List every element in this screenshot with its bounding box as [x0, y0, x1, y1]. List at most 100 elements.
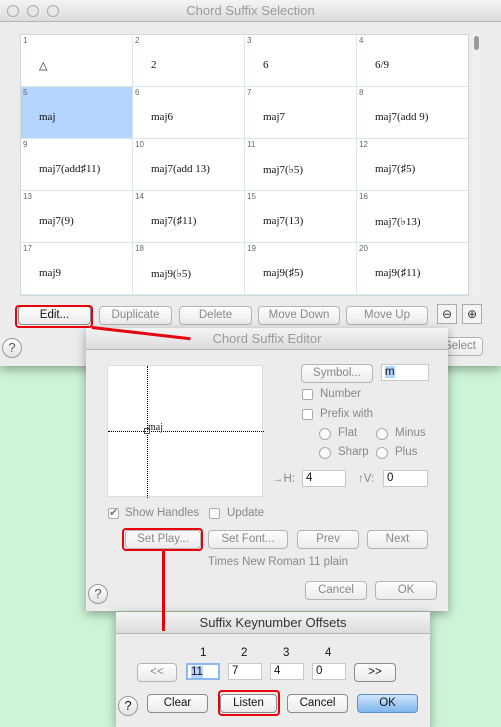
cell-suffix: maj7(add♯11) — [39, 163, 101, 175]
listen-highlight — [218, 690, 280, 716]
cell-suffix: maj — [39, 111, 56, 123]
help-button[interactable]: ? — [88, 584, 108, 604]
cell-number: 18 — [135, 244, 144, 253]
plus-label: Plus — [395, 446, 418, 458]
cell-suffix: maj7 — [263, 111, 285, 123]
column-label-2: 2 — [241, 647, 248, 659]
edit-highlight — [15, 305, 93, 328]
ok-button[interactable]: OK — [357, 694, 418, 713]
offset-input-3[interactable]: 4 — [270, 663, 304, 680]
v-offset-input[interactable]: 0 — [383, 470, 428, 487]
number-label: Number — [320, 388, 361, 400]
update-checkbox[interactable] — [209, 508, 220, 519]
cell-suffix: maj7(add 13) — [151, 163, 210, 175]
plus-radio[interactable] — [376, 447, 388, 459]
suffix-cell[interactable]: 18 maj9(♭5) — [133, 243, 244, 294]
zoom-out-icon[interactable]: ⊖ — [437, 304, 457, 324]
cell-suffix: maj9(♯5) — [263, 267, 304, 279]
cell-number: 13 — [23, 192, 32, 201]
suffix-cell[interactable]: 11 maj7(♭5) — [245, 139, 356, 190]
suffix-cell[interactable]: 15 maj7(13) — [245, 191, 356, 242]
column-label-1: 1 — [200, 647, 207, 659]
minus-label: Minus — [395, 427, 426, 439]
offset-input-4[interactable]: 0 — [312, 663, 346, 680]
column-label-3: 3 — [283, 647, 290, 659]
scrollbar[interactable] — [473, 34, 480, 296]
prev-button[interactable]: Prev — [297, 530, 359, 549]
next-offsets-button[interactable]: >> — [354, 663, 396, 682]
cancel-button[interactable]: Cancel — [305, 581, 367, 600]
window-title: Chord Suffix Editor — [212, 331, 322, 346]
prefix-checkbox[interactable] — [302, 409, 313, 420]
scrollbar-thumb[interactable] — [474, 36, 479, 50]
suffix-cell[interactable]: 9 maj7(add♯11) — [21, 139, 132, 190]
show-handles-checkbox[interactable]: ✔ — [108, 508, 119, 519]
suffix-cell[interactable]: 20 maj9(♯11) — [357, 243, 468, 294]
suffix-grid: 1 △ 2 2 3 6 4 6/9 5 maj 6 maj6 7 maj7 8 maj7(add 9) 9 maj… — [20, 34, 469, 296]
zoom-in-icon[interactable]: ⊕ — [462, 304, 482, 324]
suffix-cell[interactable]: 13 maj7(9) — [21, 191, 132, 242]
symbol-button[interactable]: Symbol... — [301, 364, 373, 383]
suffix-cell[interactable]: 5 maj — [21, 87, 132, 138]
cell-suffix: maj7(9) — [39, 215, 74, 227]
preview-text: maj — [148, 422, 163, 433]
number-checkbox[interactable] — [302, 389, 313, 400]
cell-number: 2 — [135, 36, 140, 45]
window-title: Suffix Keynumber Offsets — [199, 615, 347, 630]
cell-suffix: maj7(♯5) — [375, 163, 416, 175]
delete-button[interactable]: Delete — [179, 306, 252, 325]
offset-input-1[interactable]: 11 — [186, 663, 220, 680]
suffix-cell[interactable]: 8 maj7(add 9) — [357, 87, 468, 138]
help-button[interactable]: ? — [2, 338, 22, 358]
minimize-button[interactable] — [27, 5, 39, 17]
cell-number: 15 — [247, 192, 256, 201]
move-up-button[interactable]: Move Up — [346, 306, 428, 325]
help-button[interactable]: ? — [118, 696, 138, 716]
cell-number: 6 — [135, 88, 140, 97]
flat-radio[interactable] — [319, 428, 331, 440]
cell-suffix: maj9 — [39, 267, 61, 279]
v-offset-label: ↑V: — [358, 473, 375, 485]
symbol-input[interactable]: m — [381, 364, 429, 381]
next-button[interactable]: Next — [367, 530, 428, 549]
suffix-cell[interactable]: 1 △ — [21, 35, 132, 86]
previous-offsets-button[interactable]: << — [137, 663, 177, 682]
zoom-button[interactable] — [47, 5, 59, 17]
duplicate-button[interactable]: Duplicate — [99, 306, 172, 325]
suffix-cell[interactable]: 7 maj7 — [245, 87, 356, 138]
show-handles-label: Show Handles — [125, 507, 200, 519]
suffix-cell[interactable]: 19 maj9(♯5) — [245, 243, 356, 294]
clear-button[interactable]: Clear — [147, 694, 208, 713]
set-play-highlight — [122, 528, 203, 551]
offset-input-2[interactable]: 7 — [228, 663, 262, 680]
set-font-button[interactable]: Set Font... — [208, 530, 288, 549]
suffix-cell[interactable]: 10 maj7(add 13) — [133, 139, 244, 190]
move-down-button[interactable]: Move Down — [258, 306, 340, 325]
suffix-cell[interactable]: 14 maj7(♯11) — [133, 191, 244, 242]
title-bar: Chord Suffix Selection — [0, 0, 501, 22]
h-offset-input[interactable]: 4 — [302, 470, 346, 487]
cell-suffix: maj9(♭5) — [151, 268, 192, 280]
cancel-button[interactable]: Cancel — [287, 694, 348, 713]
column-label-4: 4 — [325, 647, 332, 659]
cell-number: 11 — [247, 140, 256, 149]
minus-radio[interactable] — [376, 428, 388, 440]
sharp-radio[interactable] — [319, 447, 331, 459]
close-button[interactable] — [7, 5, 19, 17]
prefix-label: Prefix with — [320, 408, 374, 420]
cell-number: 3 — [247, 36, 252, 45]
update-label: Update — [227, 507, 265, 519]
suffix-cell[interactable]: 22 — [133, 35, 244, 86]
suffix-cell[interactable]: 12 maj7(♯5) — [357, 139, 468, 190]
suffix-cell[interactable]: 16 maj7(♭13) — [357, 191, 468, 242]
sharp-label: Sharp — [338, 446, 369, 458]
cell-number: 17 — [23, 244, 32, 253]
suffix-preview-canvas[interactable]: maj — [107, 365, 264, 498]
suffix-cell[interactable]: 17 maj9 — [21, 243, 132, 294]
suffix-cell[interactable]: 36 — [245, 35, 356, 86]
ok-button[interactable]: OK — [375, 581, 437, 600]
cell-number: 4 — [359, 36, 364, 45]
suffix-cell[interactable]: 4 6/9 — [357, 35, 468, 86]
cell-number: 16 — [359, 192, 368, 201]
suffix-cell[interactable]: 6 maj6 — [133, 87, 244, 138]
